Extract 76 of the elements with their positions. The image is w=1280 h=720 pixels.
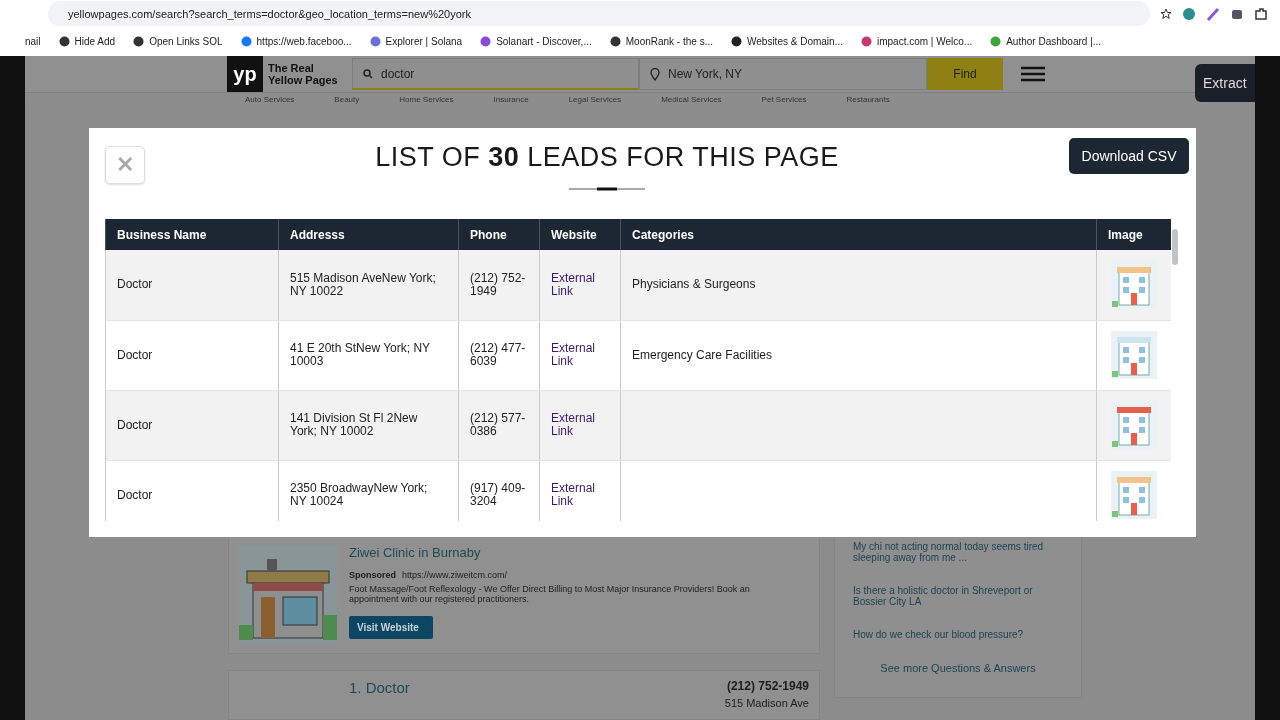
table-cell: 141 Division St Fl 2New York; NY 10002 bbox=[278, 390, 459, 460]
table-cell: 515 Madison AveNew York; NY 10022 bbox=[278, 250, 459, 320]
bookmark-link[interactable]: Open Links SOL bbox=[149, 36, 223, 47]
bookmark-link[interactable]: MoonRank - the s... bbox=[625, 36, 713, 47]
bookmark-link[interactable]: Explorer | Solana bbox=[385, 36, 463, 47]
category-link[interactable]: Beauty bbox=[334, 95, 360, 104]
storefront-icon bbox=[239, 545, 337, 643]
table-cell: (212) 477-6039 bbox=[458, 320, 540, 390]
bookmark-link[interactable]: Websites & Domain... bbox=[747, 36, 843, 47]
brand-name: The Real bbox=[268, 62, 315, 74]
bookmark-icon bbox=[731, 36, 742, 47]
location-field[interactable]: New York, NY bbox=[639, 58, 927, 90]
category-link[interactable]: Legal Services bbox=[568, 95, 622, 104]
dialog-title: LIST OF 30 LEADS FOR THIS PAGE bbox=[375, 142, 839, 173]
table-cell: 41 E 20th StNew York; NY 10003 bbox=[278, 320, 459, 390]
bookmark-link[interactable]: Author Dashboard |... bbox=[1006, 36, 1102, 47]
building-icon bbox=[1108, 399, 1159, 451]
table-cell: (212) 752-1949 bbox=[458, 250, 540, 320]
category-link[interactable]: Pet Services bbox=[761, 95, 807, 104]
puzzle-icon[interactable] bbox=[1254, 6, 1268, 21]
building-icon bbox=[1108, 258, 1159, 311]
bookmark-link[interactable]: Hide Add bbox=[74, 36, 116, 47]
table-cell: Doctor bbox=[105, 460, 279, 521]
column-header: Website bbox=[539, 219, 621, 250]
external-link[interactable]: External Link bbox=[551, 412, 609, 438]
search-field[interactable]: doctor bbox=[352, 58, 639, 90]
bookmark-icon bbox=[860, 36, 872, 47]
bookmark-link[interactable]: https://web.faceboo... bbox=[256, 36, 352, 47]
extract-button[interactable]: Extract bbox=[1195, 64, 1255, 102]
ad-description: Foot Massage/Foot Reflexology - We Offer Direct Billing to Most Major Insurance Providers! Book an appointment with our registered practitioners. bbox=[349, 584, 751, 604]
menu-icon[interactable] bbox=[1021, 66, 1045, 82]
table-cell: 2350 BroadwayNew York; NY 10024 bbox=[278, 460, 459, 521]
column-header: Phone bbox=[458, 219, 540, 250]
bookmark-link[interactable]: Solanart - Discover,... bbox=[496, 36, 592, 47]
category-link[interactable]: Auto Services bbox=[245, 95, 295, 104]
listing-phone: (212) 752-1949 bbox=[726, 679, 809, 693]
bookmark-icon bbox=[133, 36, 145, 47]
building-icon bbox=[1108, 329, 1159, 381]
sponsored-label: Sponsored bbox=[349, 570, 396, 580]
category-link[interactable]: Medical Services bbox=[661, 95, 722, 104]
column-header: Business Name bbox=[105, 219, 279, 250]
brand-name: Yellow Pages bbox=[268, 74, 338, 86]
table-cell: (212) 577-0386 bbox=[458, 390, 540, 460]
category-link[interactable]: Insurance bbox=[493, 95, 529, 104]
star-icon[interactable] bbox=[1160, 7, 1172, 20]
bookmark-icon bbox=[369, 36, 381, 47]
external-link[interactable]: External Link bbox=[551, 482, 609, 508]
bookmark-icon bbox=[240, 36, 252, 47]
bookmark-link[interactable]: nail bbox=[25, 36, 41, 47]
bookmark-link[interactable]: impact.com | Welco... bbox=[876, 36, 973, 47]
find-button[interactable]: Find bbox=[927, 58, 1003, 90]
bookmark-icon bbox=[609, 36, 621, 47]
table-cell: Physicians & Surgeons bbox=[620, 250, 1097, 320]
bookmark-icon bbox=[990, 36, 1002, 47]
external-link[interactable]: External Link bbox=[551, 272, 609, 298]
download-csv-button[interactable]: Download CSV bbox=[1069, 138, 1189, 174]
table-cell: Doctor bbox=[105, 320, 279, 390]
category-link[interactable]: Restaurants bbox=[846, 95, 890, 104]
column-header: Image bbox=[1096, 219, 1171, 250]
location-pin-icon bbox=[650, 67, 660, 81]
address-bar[interactable]: yellowpages.com/search?search_terms=doctor&geo_location_terms=new%20york bbox=[48, 1, 1150, 26]
column-header: Categories bbox=[620, 219, 1097, 250]
ad-url[interactable]: https://www.ziweitcm.com/ bbox=[402, 570, 508, 580]
logo[interactable]: yp bbox=[227, 56, 263, 92]
table-cell: (917) 409-3204 bbox=[458, 460, 540, 521]
column-header: Addresss bbox=[278, 219, 459, 250]
bookmark-icon bbox=[480, 36, 492, 47]
listing-address: 515 Madison Ave bbox=[724, 697, 809, 709]
category-link[interactable]: Home Services bbox=[399, 95, 454, 104]
external-link[interactable]: External Link bbox=[551, 342, 609, 368]
table-cell: Doctor bbox=[105, 390, 279, 460]
table-cell: Emergency Care Facilities bbox=[620, 320, 1097, 390]
table-cell: Doctor bbox=[105, 250, 279, 320]
visit-website-button[interactable]: Visit Website bbox=[349, 616, 433, 639]
bookmark-icon bbox=[58, 36, 70, 47]
search-icon bbox=[363, 68, 373, 79]
